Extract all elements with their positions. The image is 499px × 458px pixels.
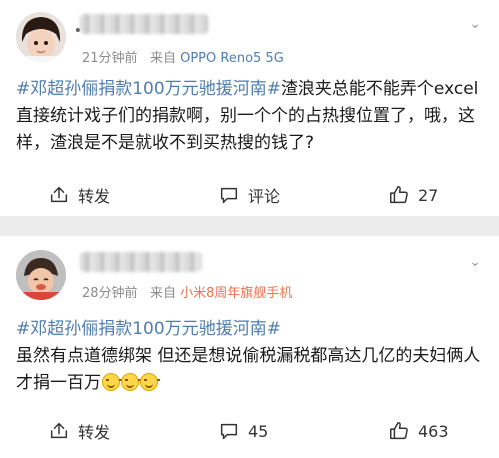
source-prefix: 来自 bbox=[149, 286, 176, 301]
post-time: 28分钟前 bbox=[82, 286, 138, 301]
comment-button[interactable]: 评论 bbox=[218, 180, 280, 210]
share-button[interactable]: 转发 bbox=[48, 416, 110, 446]
comment-count: 45 bbox=[248, 421, 269, 441]
weibo-post-1: ⌄ 21分钟前 来自 OPPO Reno5 5G #邓超孙俪捐款100万元驰援河… bbox=[0, 0, 499, 216]
like-count: 463 bbox=[418, 421, 449, 441]
share-label: 转发 bbox=[78, 187, 111, 206]
post-time: 21分钟前 bbox=[82, 51, 138, 66]
post-meta: 21分钟前 来自 OPPO Reno5 5G bbox=[82, 47, 284, 66]
action-bar: 转发 评论 27 bbox=[0, 180, 499, 210]
thumbs-up-icon bbox=[390, 186, 408, 204]
user-avatar[interactable] bbox=[16, 250, 66, 300]
comment-icon bbox=[220, 187, 238, 204]
comment-button[interactable]: 45 bbox=[218, 416, 268, 446]
share-button[interactable]: 转发 bbox=[48, 180, 110, 210]
like-count: 27 bbox=[418, 185, 439, 205]
chevron-down-icon[interactable]: ⌄ bbox=[469, 254, 481, 270]
share-label: 转发 bbox=[78, 423, 111, 442]
avatar-photo-icon bbox=[16, 12, 66, 62]
thumbs-up-icon bbox=[390, 422, 408, 440]
post-content: #邓超孙俪捐款100万元驰援河南#渣浪夹总能不能弄个excel直接统计戏子们的捐… bbox=[16, 76, 486, 157]
source-prefix: 来自 bbox=[149, 51, 176, 66]
comment-icon bbox=[220, 423, 238, 440]
post-meta: 28分钟前 来自 小米8周年旗舰手机 bbox=[82, 282, 292, 301]
action-bar: 转发 45 463 bbox=[0, 416, 499, 446]
sweat-smile-emoji-icon bbox=[121, 373, 141, 391]
hashtag-link[interactable]: #邓超孙俪捐款100万元驰援河南# bbox=[16, 319, 281, 339]
share-icon bbox=[50, 186, 68, 203]
post-text: 虽然有点道德绑架 但还是想说偷税漏税都高达几亿的夫妇俩人才捐一百万 bbox=[16, 346, 481, 393]
comment-label: 评论 bbox=[248, 187, 281, 206]
username-blurred[interactable] bbox=[80, 252, 202, 272]
post-content: #邓超孙俪捐款100万元驰援河南# 虽然有点道德绑架 但还是想说偷税漏税都高达几… bbox=[16, 316, 486, 397]
source-device[interactable]: 小米8周年旗舰手机 bbox=[180, 286, 292, 301]
share-icon bbox=[50, 422, 68, 439]
username-blurred[interactable] bbox=[80, 14, 208, 34]
chevron-down-icon[interactable]: ⌄ bbox=[469, 16, 481, 32]
user-avatar[interactable] bbox=[16, 12, 66, 62]
sweat-smile-emoji-icon bbox=[140, 373, 160, 391]
like-button[interactable]: 27 bbox=[388, 180, 438, 210]
source-device[interactable]: OPPO Reno5 5G bbox=[180, 51, 284, 66]
hashtag-link[interactable]: #邓超孙俪捐款100万元驰援河南# bbox=[16, 79, 281, 99]
sweat-smile-emoji-icon bbox=[102, 373, 122, 391]
like-button[interactable]: 463 bbox=[388, 416, 449, 446]
avatar-photo-icon bbox=[16, 250, 66, 300]
